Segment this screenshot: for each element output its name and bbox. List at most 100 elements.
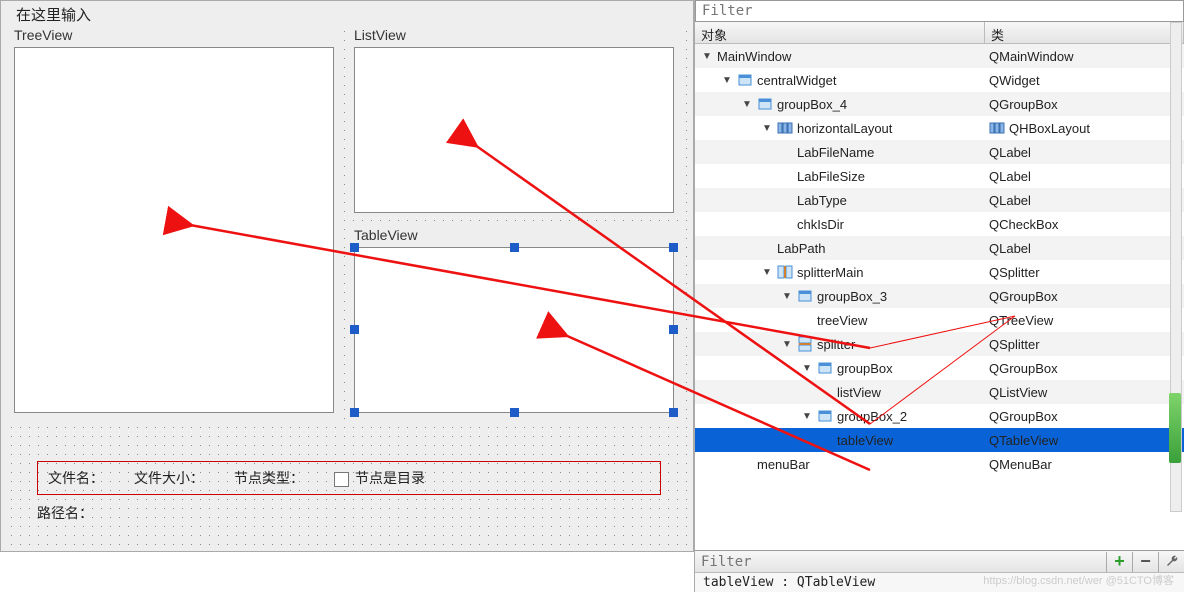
list-view-widget[interactable] xyxy=(354,47,674,213)
resize-handle[interactable] xyxy=(350,408,359,417)
tree-groupbox[interactable]: TreeView xyxy=(8,25,340,419)
column-class[interactable]: 类 xyxy=(985,22,1184,43)
tree-row-LabType[interactable]: LabType QLabel xyxy=(695,188,1184,212)
object-name: centralWidget xyxy=(757,73,836,88)
remove-button[interactable]: − xyxy=(1132,552,1158,572)
chevron-down-icon[interactable]: ▼ xyxy=(801,411,813,422)
resize-handle[interactable] xyxy=(669,243,678,252)
resize-handle[interactable] xyxy=(669,408,678,417)
chevron-down-icon[interactable]: ▼ xyxy=(761,123,773,134)
tree-row-tableView[interactable]: tableView QTableView xyxy=(695,428,1184,452)
tree-groupbox-title: TreeView xyxy=(14,27,72,43)
class-name: QHBoxLayout xyxy=(1009,121,1090,136)
tree-row-listView[interactable]: listViewQListView xyxy=(695,380,1184,404)
splitter-icon xyxy=(777,264,793,280)
class-name: QGroupBox xyxy=(989,409,1058,424)
form-designer-canvas[interactable]: 在这里输入 TreeView ListView TableView 文件名： 文… xyxy=(0,0,694,552)
widget-icon xyxy=(817,360,833,376)
tree-row-horizontalLayout[interactable]: ▼horizontalLayoutQHBoxLayout xyxy=(695,116,1184,140)
tree-row-groupBox_2[interactable]: ▼groupBox_2QGroupBox xyxy=(695,404,1184,428)
chevron-down-icon[interactable]: ▼ xyxy=(741,99,753,110)
tree-row-LabFileName[interactable]: LabFileNameQLabel xyxy=(695,140,1184,164)
add-button[interactable]: + xyxy=(1106,552,1132,572)
tree-row-chkIsDir[interactable]: chkIsDirQCheckBox xyxy=(695,212,1184,236)
object-name: groupBox xyxy=(837,361,893,376)
tree-row-menuBar[interactable]: menuBarQMenuBar xyxy=(695,452,1184,476)
class-name: QSplitter xyxy=(989,265,1040,280)
class-name: QLabel xyxy=(989,145,1031,160)
tree-row-treeView[interactable]: treeView QTreeView xyxy=(695,308,1184,332)
resize-handle[interactable] xyxy=(350,325,359,334)
chevron-down-icon[interactable]: ▼ xyxy=(781,291,793,302)
tree-row-groupBox_3[interactable]: ▼ groupBox_3 QGroupBox xyxy=(695,284,1184,308)
chevron-down-icon[interactable]: ▼ xyxy=(701,51,713,62)
label-nodetype: 节点类型： xyxy=(234,468,304,488)
tree-row-groupBox_4[interactable]: ▼ groupBox_4 QGroupBox xyxy=(695,92,1184,116)
table-groupbox[interactable]: TableView xyxy=(348,225,680,419)
resize-handle[interactable] xyxy=(510,408,519,417)
object-name: splitterMain xyxy=(797,265,863,280)
object-name: groupBox_4 xyxy=(777,97,847,112)
class-name: QListView xyxy=(989,385,1047,400)
checkbox-box-icon[interactable] xyxy=(334,472,349,487)
object-name: groupBox_3 xyxy=(817,289,887,304)
chevron-down-icon[interactable]: ▼ xyxy=(781,339,793,350)
widget-icon xyxy=(817,408,833,424)
object-name: tableView xyxy=(837,433,893,448)
object-filter-input[interactable] xyxy=(695,0,1184,22)
chevron-down-icon[interactable]: ▼ xyxy=(721,75,733,86)
class-name: QMainWindow xyxy=(989,49,1074,64)
widget-icon xyxy=(797,288,813,304)
widget-icon xyxy=(757,96,773,112)
class-name: QLabel xyxy=(989,169,1031,184)
object-name: LabType xyxy=(797,193,847,208)
class-name: QGroupBox xyxy=(989,289,1058,304)
tree-row-LabFileSize[interactable]: LabFileSizeQLabel xyxy=(695,164,1184,188)
tree-row-centralWidget[interactable]: ▼ centralWidget QWidget xyxy=(695,68,1184,92)
list-groupbox-title: ListView xyxy=(354,27,406,43)
tree-row-MainWindow[interactable]: ▼ MainWindow QMainWindow xyxy=(695,44,1184,68)
resize-handle[interactable] xyxy=(669,325,678,334)
chevron-down-icon[interactable]: ▼ xyxy=(761,267,773,278)
class-name: QLabel xyxy=(989,193,1031,208)
list-groupbox[interactable]: ListView xyxy=(348,25,680,219)
class-name: QLabel xyxy=(989,241,1031,256)
class-name: QGroupBox xyxy=(989,97,1058,112)
property-filter-input[interactable] xyxy=(695,551,1106,573)
class-name: QGroupBox xyxy=(989,361,1058,376)
tree-row-splitterMain[interactable]: ▼ splitterMain QSplitter xyxy=(695,260,1184,284)
label-filename: 文件名： xyxy=(48,468,104,488)
checkbox-isdir[interactable]: 节点是目录 xyxy=(334,468,425,488)
chevron-down-icon[interactable]: ▼ xyxy=(801,363,813,374)
object-name: LabPath xyxy=(777,241,825,256)
minus-icon: − xyxy=(1140,551,1151,572)
resize-handle[interactable] xyxy=(350,243,359,252)
class-name: QWidget xyxy=(989,73,1040,88)
column-object[interactable]: 对象 xyxy=(695,22,985,43)
tree-row-groupBox[interactable]: ▼ groupBox QGroupBox xyxy=(695,356,1184,380)
watermark: https://blog.csdn.net/wer @51CTO博客 xyxy=(983,572,1174,588)
groupbox-title-input[interactable]: 在这里输入 xyxy=(11,3,96,23)
tree-row-LabPath[interactable]: LabPath QLabel xyxy=(695,236,1184,260)
hlayout-icon xyxy=(777,120,793,136)
scrollbar-thumb[interactable] xyxy=(1169,393,1181,463)
table-view-widget[interactable] xyxy=(354,247,674,413)
object-name: treeView xyxy=(817,313,867,328)
class-name: QMenuBar xyxy=(989,457,1052,472)
label-path: 路径名： xyxy=(37,503,93,523)
wrench-button[interactable] xyxy=(1158,552,1184,572)
tree-view-widget[interactable] xyxy=(14,47,334,413)
class-name: QTreeView xyxy=(989,313,1053,328)
object-name: MainWindow xyxy=(717,49,791,64)
object-name: chkIsDir xyxy=(797,217,844,232)
splitterv-icon xyxy=(797,336,813,352)
property-filter-bar: + − xyxy=(695,550,1184,572)
object-tree[interactable]: ▼ MainWindow QMainWindow ▼ centralWidget QWid… xyxy=(695,44,1184,550)
plus-icon: + xyxy=(1114,551,1125,572)
scrollbar-track[interactable] xyxy=(1170,22,1182,512)
tree-row-splitter[interactable]: ▼splitterQSplitter xyxy=(695,332,1184,356)
form-body: TreeView ListView TableView 文件名： 文件大小： 节… xyxy=(3,23,691,549)
class-name: QTableView xyxy=(989,433,1058,448)
resize-handle[interactable] xyxy=(510,243,519,252)
object-tree-header: 对象 类 xyxy=(695,22,1184,44)
